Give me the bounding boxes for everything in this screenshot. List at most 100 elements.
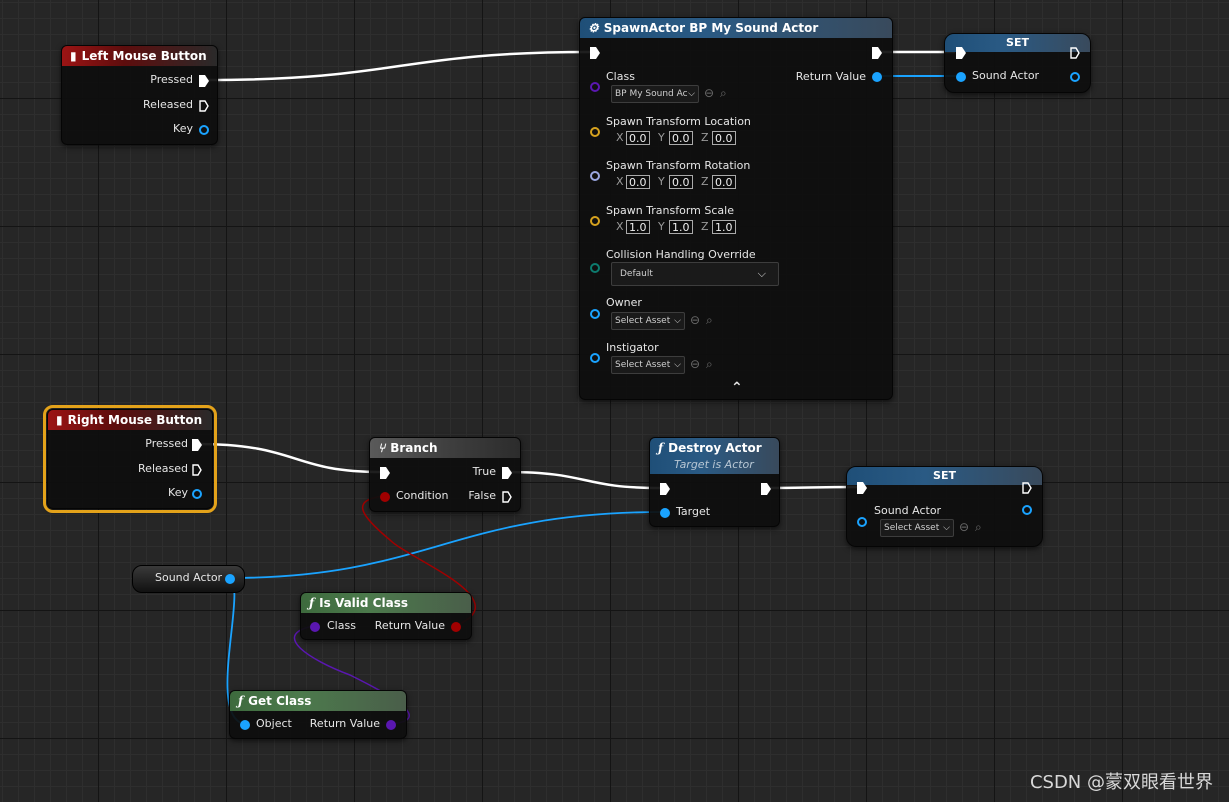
rotation-label: Spawn Transform Rotation [606,159,751,172]
object-in-label: Object [256,717,292,730]
return-value-pin[interactable] [386,720,396,730]
use-selected-icon[interactable]: ⊖ [690,357,700,371]
rot-y-field[interactable]: 0.0 [669,175,693,189]
loc-z-field[interactable]: 0.0 [712,131,736,145]
spawn-actor-node[interactable]: ⚙ SpawnActor BP My Sound Actor Class BP M… [579,17,893,400]
browse-icon[interactable]: ⌕ [706,313,713,328]
node-header: ƒ Destroy Actor Target is Actor [650,438,779,474]
chevron-down-icon: ⌵ [674,360,681,370]
node-title: Branch [390,441,438,455]
rotation-pin[interactable] [590,171,600,181]
exec-pin-released[interactable] [192,464,202,476]
sound-actor-in-pin[interactable] [956,72,966,82]
exec-in-pin[interactable] [857,482,867,494]
node-title: Get Class [248,694,312,708]
combo-value: Select Asset [884,523,940,533]
class-combo[interactable]: BP My Sound Ac ⌵ [611,85,699,103]
sound-actor-variable-node[interactable]: Sound Actor [132,565,245,593]
use-selected-icon[interactable]: ⊖ [690,313,700,327]
function-icon: ƒ [309,596,315,610]
return-value-pin[interactable] [872,72,882,82]
node-header: ƒ Is Valid Class [301,593,471,613]
sound-actor-in-pin[interactable] [857,517,867,527]
exec-false-pin[interactable] [502,491,512,503]
scale-x-field[interactable]: 1.0 [626,220,650,234]
owner-value: Select Asset [615,316,671,326]
variable-label: Sound Actor [155,571,223,584]
axis-y: Y [658,220,665,233]
sound-actor-out-pin[interactable] [1070,72,1080,82]
instigator-pin[interactable] [590,353,600,363]
is-valid-class-node[interactable]: ƒ Is Valid Class Class Return Value [300,592,472,640]
browse-icon[interactable]: ⌕ [706,357,713,372]
target-label: Target [676,505,711,518]
browse-icon[interactable]: ⌕ [975,520,982,535]
class-pin[interactable] [590,82,600,92]
exec-in-pin[interactable] [956,47,966,59]
scale-z-field[interactable]: 1.0 [712,220,736,234]
instigator-combo[interactable]: Select Asset ⌵ [611,356,685,374]
mouse-icon: ▮ [56,413,63,427]
exec-out-pin[interactable] [872,47,882,59]
exec-in-pin[interactable] [660,483,670,495]
collision-pin[interactable] [590,263,600,273]
right-mouse-button-node[interactable]: ▮ Right Mouse Button Pressed Released Key [43,405,217,513]
exec-out-pin[interactable] [1022,482,1032,494]
location-pin[interactable] [590,127,600,137]
owner-pin[interactable] [590,309,600,319]
exec-in-pin[interactable] [590,47,600,59]
pin-label-released: Released [138,462,188,475]
browse-icon[interactable]: ⌕ [720,86,727,101]
exec-out-pin[interactable] [761,483,771,495]
condition-pin[interactable] [380,492,390,502]
exec-pin-released[interactable] [199,100,209,112]
function-icon: ƒ [238,694,244,708]
get-class-node[interactable]: ƒ Get Class Object Return Value [229,690,407,739]
node-title: SET [933,469,956,482]
collision-dropdown[interactable]: Default ⌵ [611,262,779,286]
loc-y-field[interactable]: 0.0 [669,131,693,145]
struct-pin-key[interactable] [192,489,202,499]
struct-pin-key[interactable] [199,125,209,135]
false-label: False [468,489,496,502]
rot-z-field[interactable]: 0.0 [712,175,736,189]
scale-y-field[interactable]: 1.0 [669,220,693,234]
collapse-icon[interactable]: ⌃ [731,380,743,396]
use-selected-icon[interactable]: ⊖ [704,86,714,100]
wire-obj-var-destroy [227,511,665,579]
use-selected-icon[interactable]: ⊖ [959,520,969,534]
node-title: Destroy Actor [668,441,762,455]
class-combo-value: BP My Sound Ac [615,89,688,99]
axis-y: Y [658,131,665,144]
scale-label: Spawn Transform Scale [606,204,734,217]
exec-pin-pressed[interactable] [192,439,202,451]
sound-actor-combo[interactable]: Select Asset ⌵ [880,519,954,537]
return-value-pin[interactable] [451,622,461,632]
rot-x-field[interactable]: 0.0 [626,175,650,189]
target-pin[interactable] [660,508,670,518]
axis-x: X [616,220,624,233]
exec-in-pin[interactable] [380,467,390,479]
object-in-pin[interactable] [240,720,250,730]
class-in-pin[interactable] [310,622,320,632]
set-node-bottom[interactable]: SET Sound Actor Select Asset ⌵ ⊖ ⌕ [846,466,1043,547]
branch-node[interactable]: ⑂ Branch True Condition False [369,437,521,512]
loc-x-field[interactable]: 0.0 [626,131,650,145]
owner-combo[interactable]: Select Asset ⌵ [611,312,685,330]
sound-actor-out-pin[interactable] [1022,505,1032,515]
collision-value: Default [620,269,653,279]
exec-pin-pressed[interactable] [199,75,209,87]
exec-out-pin[interactable] [1070,47,1080,59]
node-title: Is Valid Class [319,596,408,610]
condition-label: Condition [396,489,449,502]
scale-pin[interactable] [590,216,600,226]
variable-out-pin[interactable] [225,574,235,584]
set-node-top[interactable]: SET Sound Actor [944,33,1091,93]
exec-true-pin[interactable] [502,467,512,479]
return-value-label: Return Value [795,70,866,83]
class-in-label: Class [327,619,356,632]
left-mouse-button-node[interactable]: ▮ Left Mouse Button Pressed Released Key [61,45,218,145]
pin-label-released: Released [143,98,193,111]
wire-exec-branch-destroy [505,470,661,490]
destroy-actor-node[interactable]: ƒ Destroy Actor Target is Actor Target [649,437,780,527]
